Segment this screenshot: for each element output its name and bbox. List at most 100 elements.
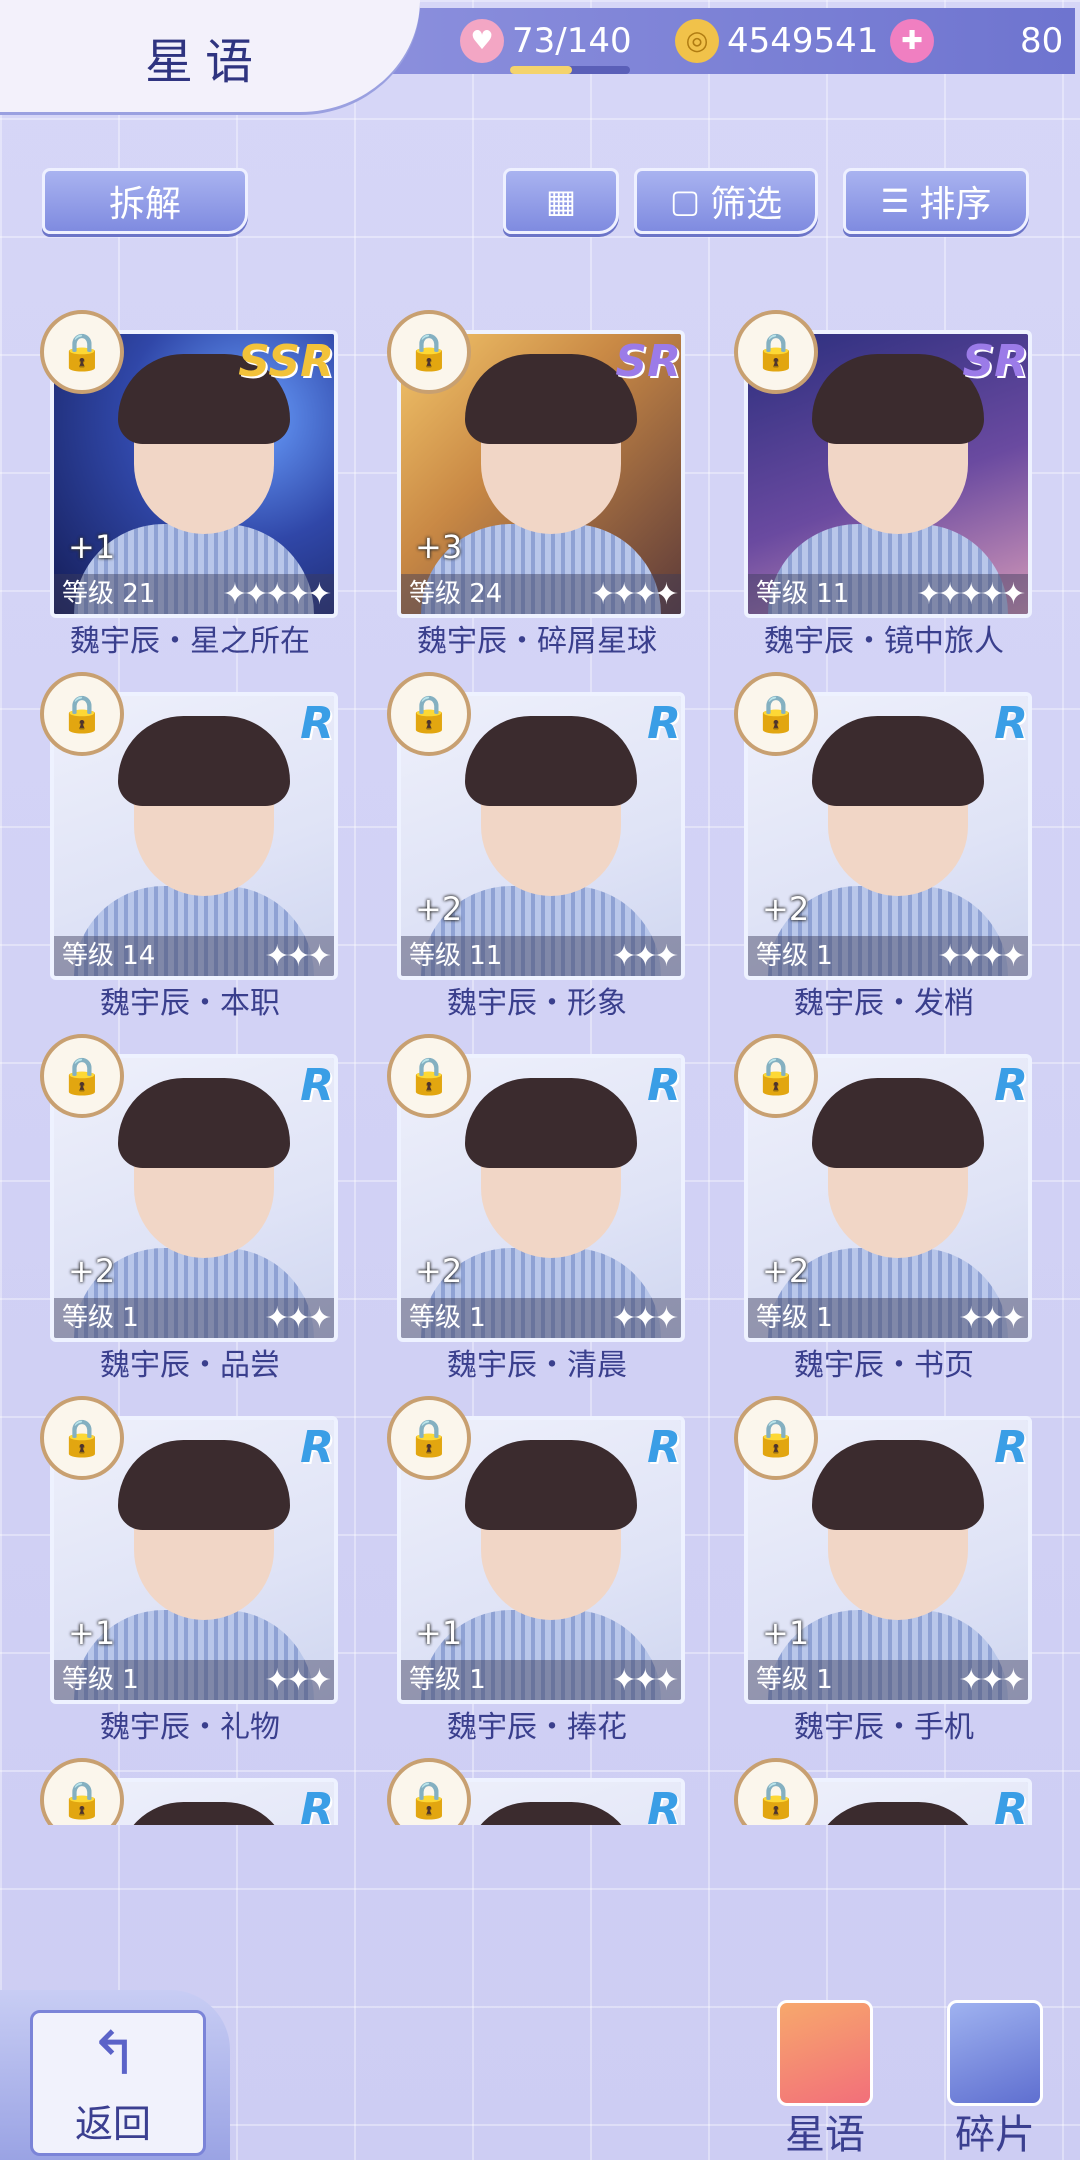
star-rating: ✦✦✦	[264, 1663, 332, 1698]
fragments-icon	[947, 2000, 1043, 2106]
lock-icon[interactable]: 🔒	[40, 672, 124, 756]
tab-cards[interactable]: 星语	[760, 2000, 890, 2158]
rarity-badge: R	[300, 1784, 334, 1825]
filter-icon: ▢	[669, 182, 701, 220]
star-rating: ✦✦✦	[611, 1663, 679, 1698]
card-level: 等级 1	[756, 1303, 833, 1333]
card-level: 等级 14	[62, 941, 156, 971]
card-level: 等级 11	[409, 941, 503, 971]
filter-button[interactable]: ▢ 筛选	[634, 168, 818, 234]
card-level: 等级 24	[409, 579, 503, 609]
lock-icon[interactable]: 🔒	[387, 1758, 471, 1825]
lock-icon[interactable]: 🔒	[734, 1034, 818, 1118]
lock-icon[interactable]: 🔒	[387, 672, 471, 756]
character-card[interactable]: 🔒 R +2 等级 1 ✦✦✦✦ 魏宇辰・发梢	[734, 672, 1034, 1037]
character-card[interactable]: 🔒 R +2 等级 1 ✦✦✦ 魏宇辰・清晨	[387, 1034, 687, 1399]
lock-icon[interactable]: 🔒	[734, 1396, 818, 1480]
character-card[interactable]: 🔒 SR 等级 11 ✦✦✦✦✦ 魏宇辰・镜中旅人	[734, 310, 1034, 675]
rarity-badge: R	[647, 1784, 681, 1825]
upgrade-plus: +3	[415, 528, 463, 566]
rarity-badge: R	[300, 698, 334, 749]
rarity-badge: R	[300, 1422, 334, 1473]
portrait-hair	[812, 716, 984, 806]
character-card[interactable]: 🔒 R	[734, 1758, 1034, 1825]
lock-icon[interactable]: 🔒	[734, 672, 818, 756]
tab-fragments[interactable]: 碎片	[930, 2000, 1060, 2158]
character-card[interactable]: 🔒 R +1 等级 1 ✦✦✦ 魏宇辰・捧花	[387, 1396, 687, 1761]
portrait-hair	[812, 1078, 984, 1168]
star-rating: ✦✦✦✦	[937, 939, 1026, 974]
filter-label: 筛选	[710, 184, 783, 225]
character-card[interactable]: 🔒 R +2 等级 11 ✦✦✦ 魏宇辰・形象	[387, 672, 687, 1037]
lock-icon[interactable]: 🔒	[734, 310, 818, 394]
character-card[interactable]: 🔒 R +1 等级 1 ✦✦✦ 魏宇辰・手机	[734, 1396, 1034, 1761]
character-card[interactable]: 🔒 R +1 等级 1 ✦✦✦ 魏宇辰・礼物	[40, 1396, 340, 1761]
diamond-display[interactable]: ✚	[890, 8, 942, 74]
portrait-hair	[118, 1802, 290, 1825]
lock-icon[interactable]: 🔒	[40, 1758, 124, 1825]
diamond-value-wrap: 80	[1020, 8, 1063, 74]
character-card[interactable]: 🔒 SSR +1 等级 21 ✦✦✦✦✦ 魏宇辰・星之所在	[40, 310, 340, 675]
tab-cards-label: 星语	[785, 2112, 865, 2158]
card-name: 魏宇辰・礼物	[100, 1710, 280, 1745]
star-rating: ✦✦✦✦	[590, 577, 679, 612]
portrait-hair	[465, 1802, 637, 1825]
decompose-button[interactable]: 拆解	[42, 168, 248, 234]
rarity-badge: R	[647, 1060, 681, 1111]
star-rating: ✦✦✦	[611, 1301, 679, 1336]
back-label: 返回	[75, 2102, 152, 2146]
decompose-label: 拆解	[108, 184, 181, 225]
card-name: 魏宇辰・清晨	[447, 1348, 627, 1383]
lock-icon[interactable]: 🔒	[387, 1396, 471, 1480]
card-name: 魏宇辰・捧花	[447, 1710, 627, 1745]
sort-label: 排序	[919, 184, 992, 225]
lock-icon[interactable]: 🔒	[387, 1034, 471, 1118]
card-level: 等级 1	[62, 1303, 139, 1333]
card-name: 魏宇辰・书页	[794, 1348, 974, 1383]
star-rating: ✦✦✦✦✦	[916, 577, 1026, 612]
portrait-hair	[812, 1440, 984, 1530]
star-rating: ✦✦✦	[264, 939, 332, 974]
card-name: 魏宇辰・本职	[100, 986, 280, 1021]
lock-icon[interactable]: 🔒	[40, 310, 124, 394]
lock-icon[interactable]: 🔒	[40, 1396, 124, 1480]
card-name: 魏宇辰・品尝	[100, 1348, 280, 1383]
star-rating: ✦✦✦	[611, 939, 679, 974]
stamina-value: 73/140	[512, 21, 632, 61]
lock-icon[interactable]: 🔒	[387, 310, 471, 394]
rarity-badge: R	[994, 1422, 1028, 1473]
rarity-badge: R	[994, 1784, 1028, 1825]
card-level: 等级 1	[756, 941, 833, 971]
character-card[interactable]: 🔒 R 等级 14 ✦✦✦ 魏宇辰・本职	[40, 672, 340, 1037]
card-level: 等级 1	[62, 1665, 139, 1695]
character-card[interactable]: 🔒 R +2 等级 1 ✦✦✦ 魏宇辰・书页	[734, 1034, 1034, 1399]
title-tab: 星语	[0, 0, 420, 112]
card-level: 等级 1	[409, 1303, 486, 1333]
card-grid[interactable]: 🔒 SSR +1 等级 21 ✦✦✦✦✦ 魏宇辰・星之所在 🔒 SR +3 等级…	[40, 310, 1050, 1825]
character-card[interactable]: 🔒 SR +3 等级 24 ✦✦✦✦ 魏宇辰・碎屑星球	[387, 310, 687, 675]
sort-button[interactable]: ☰ 排序	[843, 168, 1029, 234]
upgrade-plus: +2	[68, 1252, 116, 1290]
card-level: 等级 11	[756, 579, 850, 609]
character-card[interactable]: 🔒 R +2 等级 1 ✦✦✦ 魏宇辰・品尝	[40, 1034, 340, 1399]
grid-view-button[interactable]: ▦	[503, 168, 619, 234]
lock-icon[interactable]: 🔒	[734, 1758, 818, 1825]
star-rating: ✦✦✦	[958, 1301, 1026, 1336]
back-button[interactable]: ↰ 返回	[0, 1990, 230, 2160]
portrait-hair	[118, 1440, 290, 1530]
rarity-badge: R	[647, 698, 681, 749]
rarity-badge: SSR	[238, 336, 334, 387]
upgrade-plus: +1	[68, 1614, 116, 1652]
stamina-display[interactable]: ♥ 73/140	[460, 8, 632, 74]
pink-swan-diamond-icon: ✚	[890, 19, 934, 63]
page-title: 星语	[145, 34, 266, 90]
portrait-hair	[812, 354, 984, 444]
portrait-hair	[812, 1802, 984, 1825]
star-rating: ✦✦✦✦✦	[222, 577, 332, 612]
portrait-hair	[465, 1440, 637, 1530]
portrait-hair	[118, 716, 290, 806]
character-card[interactable]: 🔒 R	[40, 1758, 340, 1825]
resource-bar: ♥ 73/140 ◎ 4549541 ✚ 80	[330, 8, 1075, 74]
character-card[interactable]: 🔒 R	[387, 1758, 687, 1825]
lock-icon[interactable]: 🔒	[40, 1034, 124, 1118]
